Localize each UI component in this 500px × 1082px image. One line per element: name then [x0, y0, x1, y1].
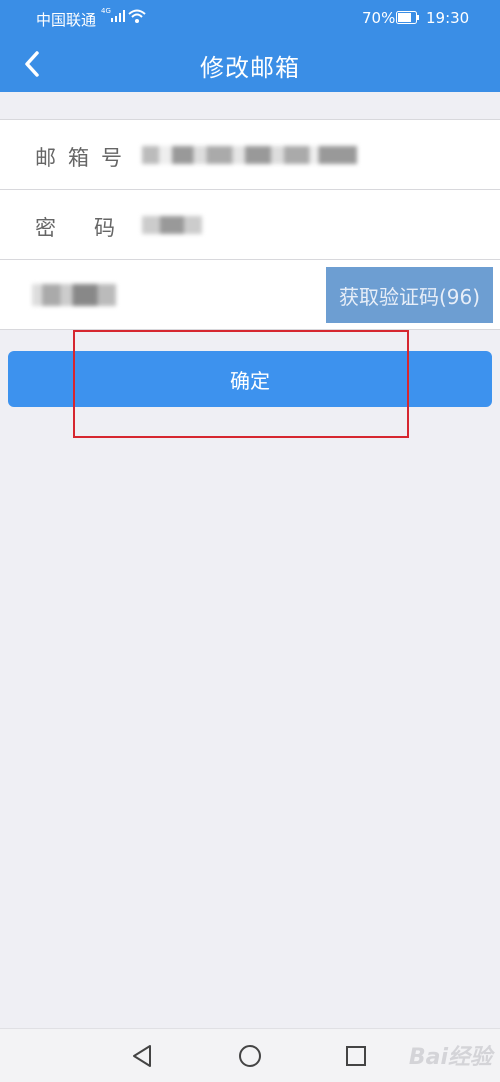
- password-value-pixelated: [142, 216, 202, 234]
- triangle-back-icon[interactable]: [128, 1041, 158, 1071]
- verification-code-field[interactable]: [32, 284, 122, 308]
- battery-percent: 70%: [362, 9, 396, 27]
- wifi-icon: [128, 9, 146, 23]
- confirm-button[interactable]: 确定: [8, 351, 492, 407]
- square-recents-icon[interactable]: [341, 1041, 371, 1071]
- email-label: 邮箱号: [35, 146, 134, 170]
- get-code-button[interactable]: 获取验证码(96): [326, 267, 493, 323]
- email-form: 邮箱号 密码 获取验证码(96): [0, 119, 500, 330]
- password-field[interactable]: [142, 216, 202, 236]
- carrier-name: 中国联通: [36, 11, 97, 29]
- signal-icon: [111, 10, 125, 22]
- email-row: 邮箱号: [0, 120, 500, 190]
- header-bar: 修改邮箱: [0, 36, 500, 92]
- network-type: 4G: [101, 7, 111, 15]
- verification-code-row: 获取验证码(96): [0, 260, 500, 330]
- password-label: 密码: [35, 216, 153, 240]
- status-bar: 中国联通 4G 70% 19:30: [0, 0, 500, 36]
- email-value-pixelated: [142, 146, 357, 164]
- battery-icon: [396, 11, 419, 24]
- password-row: 密码: [0, 190, 500, 260]
- email-field[interactable]: [142, 146, 357, 166]
- page-title: 修改邮箱: [200, 54, 300, 82]
- code-value-pixelated: [32, 284, 116, 306]
- status-time: 19:30: [426, 9, 470, 27]
- watermark-logo: Bai经验: [408, 1045, 492, 1070]
- circle-home-icon[interactable]: [235, 1041, 265, 1071]
- system-nav-bar: Bai经验: [0, 1028, 500, 1082]
